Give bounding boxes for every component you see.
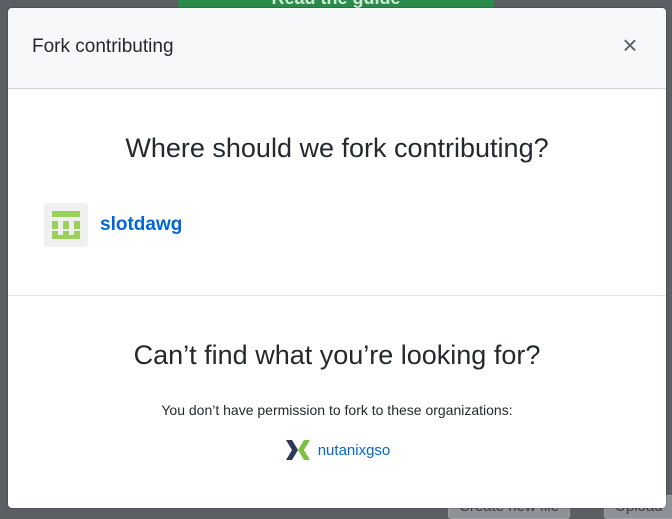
org-name[interactable]: nutanixgso [318, 442, 391, 459]
cannot-find-heading: Can’t find what you’re looking for? [133, 340, 541, 370]
fork-heading: Where should we fork contributing? [125, 133, 549, 163]
fork-target-section: Where should we fork contributing? slotd… [8, 89, 666, 296]
avatar [44, 203, 88, 247]
identicon-icon [44, 203, 88, 247]
permission-text: You don’t have permission to fork to the… [161, 402, 513, 418]
owner-name[interactable]: slotdawg [100, 214, 182, 236]
nutanix-logo-icon [285, 440, 310, 460]
close-icon[interactable]: × [618, 32, 642, 58]
dialog-header: Fork contributing × [8, 8, 666, 89]
owner-option-slotdawg[interactable]: slotdawg [44, 203, 182, 247]
org-item-nutanixgso[interactable]: nutanixgso [8, 438, 666, 462]
dialog-title: Fork contributing [32, 36, 174, 57]
fork-dialog: Fork contributing × Where should we fork… [8, 8, 666, 508]
